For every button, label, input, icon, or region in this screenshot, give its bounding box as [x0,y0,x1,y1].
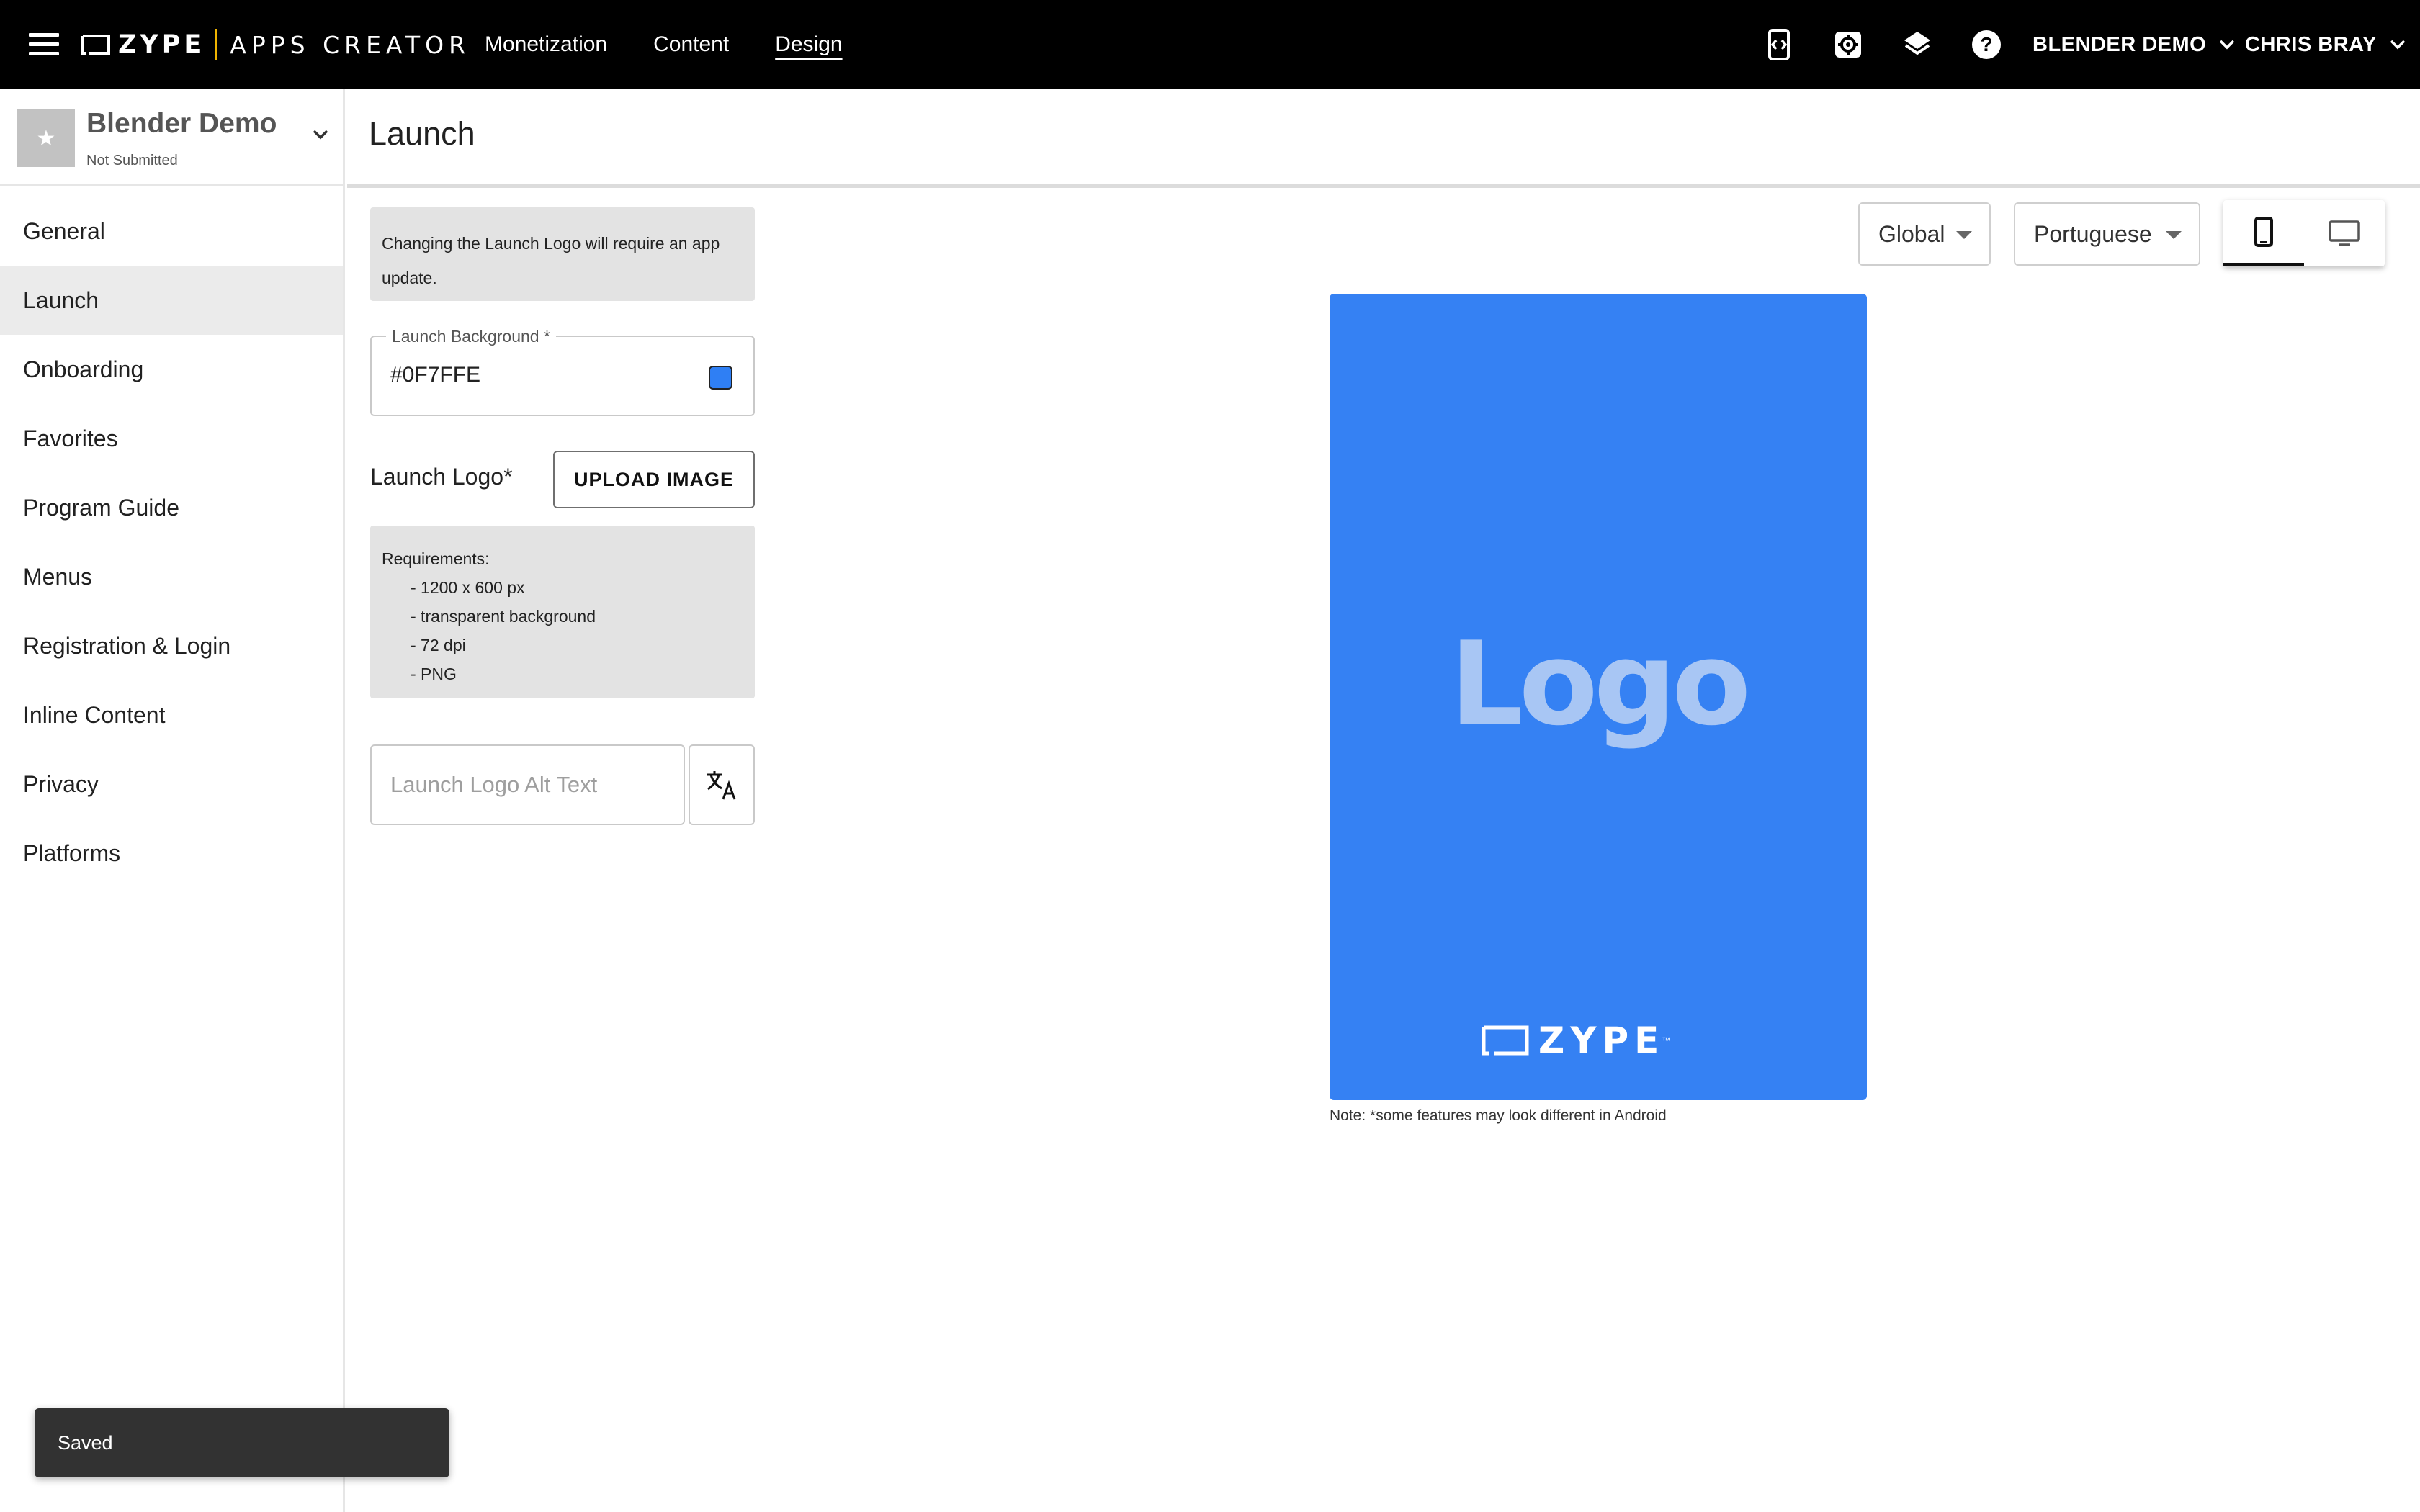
sidebar-item-privacy[interactable]: Privacy [0,750,343,819]
requirement-item: - 72 dpi [411,636,466,654]
sidebar-item-inline-content[interactable]: Inline Content [0,680,343,750]
layers-icon[interactable] [1900,27,1935,62]
sidebar-item-registration-login[interactable]: Registration & Login [0,611,343,680]
translate-icon [707,771,736,800]
app-switcher-menu[interactable]: BLENDER DEMO [2033,0,2235,89]
page-title: Launch [369,115,475,152]
launch-background-label: Launch Background * [386,327,556,346]
product-name: APPS CREATOR [230,30,471,59]
tv-icon [2329,220,2360,246]
scope-select-value: Global [1878,220,1945,247]
nav-content[interactable]: Content [653,32,729,57]
main-nav: Monetization Content Design [485,0,843,89]
sidebar-item-favorites[interactable]: Favorites [0,404,343,473]
preview-brand-logo: ZYPE ™ [1481,1020,1670,1061]
star-icon: ★ [36,126,56,150]
brand-divider [215,29,218,60]
color-swatch[interactable] [709,366,732,390]
top-app-bar: ZYPE APPS CREATOR Monetization Content D… [0,0,2420,89]
sidebar-item-program-guide[interactable]: Program Guide [0,473,343,542]
snackbar-message: Saved [58,1431,113,1454]
language-select-value: Portuguese [2034,220,2152,247]
help-icon[interactable]: ? [1969,27,2004,62]
nav-design[interactable]: Design [775,32,842,57]
launch-background-field[interactable]: Launch Background * #0F7FFE [370,327,755,416]
user-menu[interactable]: CHRIS BRAY [2245,0,2406,89]
device-toggle [2223,200,2385,266]
zype-mark-icon [81,35,110,55]
translate-button[interactable] [689,744,755,825]
upload-image-button[interactable]: UPLOAD IMAGE [553,451,755,508]
phone-icon [2254,216,2273,247]
launch-logo-alt-text-input[interactable] [370,744,685,825]
preview-brand-name: ZYPE [1538,1020,1665,1061]
saved-snackbar: Saved [35,1408,449,1477]
code-preview-icon[interactable] [1762,27,1796,62]
logo-requirements: Requirements: - 1200 x 600 px - transpar… [370,526,755,698]
sidebar-item-onboarding[interactable]: Onboarding [0,335,343,404]
sidebar-item-launch[interactable]: Launch [0,266,343,335]
hamburger-menu-icon[interactable] [29,33,59,56]
app-selector[interactable]: ★ Blender Demo Not Submitted [0,89,343,186]
launch-logo-label: Launch Logo* [370,464,513,490]
requirements-title: Requirements: [382,549,490,568]
scope-select[interactable]: Global [1858,202,1991,266]
launch-background-value: #0F7FFE [390,363,481,387]
sidebar-item-general[interactable]: General [0,197,343,266]
brand-name: ZYPE [118,30,205,59]
brand-logo[interactable]: ZYPE APPS CREATOR [81,27,470,62]
trademark-symbol: ™ [1662,1035,1671,1045]
app-thumbnail: ★ [17,109,75,167]
requirement-item: - PNG [411,665,457,683]
chevron-down-icon[interactable] [313,130,328,140]
android-note: Note: *some features may look different … [1330,1107,1667,1124]
nav-monetization[interactable]: Monetization [485,32,607,57]
sidebar-item-platforms[interactable]: Platforms [0,819,343,888]
launch-preview-screen: Logo ZYPE ™ [1330,294,1867,1100]
sidebar-item-menus[interactable]: Menus [0,542,343,611]
logo-placeholder: Logo [1449,616,1751,751]
chevron-down-icon [2219,40,2235,50]
requirement-item: - 1200 x 600 px [411,578,525,597]
sidebar: ★ Blender Demo Not Submitted General Lau… [0,89,345,1512]
title-divider [347,184,2420,188]
app-switcher-label: BLENDER DEMO [2033,32,2207,56]
dropdown-caret-icon [2166,231,2182,239]
chevron-down-icon [2390,40,2406,50]
settings-gear-icon[interactable] [1831,27,1865,62]
language-select[interactable]: Portuguese [2014,202,2200,266]
user-name: CHRIS BRAY [2245,32,2377,56]
zype-mark-icon [1482,1025,1529,1056]
phone-view-button[interactable] [2223,200,2304,266]
sidebar-nav: General Launch Onboarding Favorites Prog… [0,197,343,888]
requirement-item: - transparent background [411,607,596,626]
svg-text:?: ? [1980,33,1992,55]
tv-view-button[interactable] [2304,200,2385,266]
app-status: Not Submitted [86,153,178,168]
dropdown-caret-icon [1956,231,1972,239]
app-name: Blender Demo [86,108,277,139]
logo-update-notice: Changing the Launch Logo will require an… [370,207,755,301]
